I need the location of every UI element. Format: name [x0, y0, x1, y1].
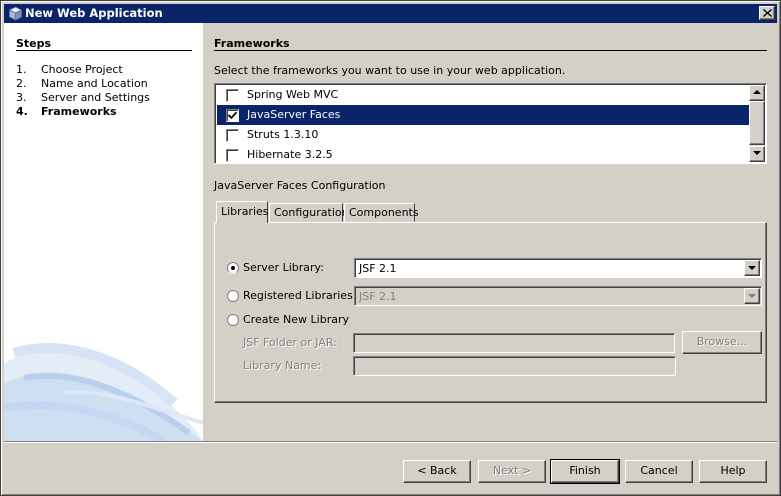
server-library-value: JSF 2.1	[359, 262, 397, 275]
content-panel: Frameworks Select the frameworks you wan…	[203, 23, 777, 441]
jsf-folder-input[interactable]	[353, 333, 675, 353]
swirl-decoration-icon	[4, 343, 203, 441]
step-item: 2. Name and Location	[16, 77, 196, 91]
step-number: 4.	[16, 105, 28, 118]
framework-checkbox[interactable]	[226, 129, 239, 142]
step-item-current: 4. Frameworks	[16, 105, 196, 119]
frameworks-list[interactable]: Spring Web MVC JavaServer Faces Struts 1…	[214, 83, 767, 164]
frameworks-title: Frameworks	[214, 37, 290, 50]
framework-checkbox[interactable]	[226, 89, 239, 102]
close-icon	[763, 9, 772, 17]
chevron-down-icon	[748, 294, 756, 298]
registered-libraries-dropdown-button[interactable]	[744, 288, 760, 304]
frameworks-instruction: Select the frameworks you want to use in…	[214, 64, 566, 77]
registered-libraries-label: Registered Libraries:	[243, 289, 357, 302]
tab-components[interactable]: Components	[344, 203, 419, 222]
step-label: Name and Location	[41, 77, 148, 90]
create-new-library-label: Create New Library	[243, 313, 349, 326]
help-button[interactable]: Help	[699, 460, 767, 483]
step-label: Server and Settings	[41, 91, 150, 104]
scroll-down-button[interactable]	[749, 146, 765, 162]
next-button[interactable]: Next >	[478, 460, 546, 483]
server-library-label: Server Library:	[243, 261, 324, 274]
step-number: 1.	[16, 63, 27, 76]
server-library-combo[interactable]: JSF 2.1	[354, 258, 762, 278]
step-number: 3.	[16, 91, 27, 104]
library-name-label: Library Name:	[243, 359, 322, 372]
jsf-folder-label: JSF Folder or JAR:	[243, 336, 337, 349]
finish-button[interactable]: Finish	[550, 459, 620, 484]
framework-label: Struts 1.3.10	[247, 128, 319, 141]
framework-label: JavaServer Faces	[247, 108, 341, 121]
config-title: JavaServer Faces Configuration	[214, 179, 386, 192]
frameworks-divider	[214, 50, 767, 51]
footer-separator	[4, 441, 777, 443]
framework-checkbox[interactable]	[226, 149, 239, 162]
step-item: 3. Server and Settings	[16, 91, 196, 105]
title-bar[interactable]: New Web Application	[4, 4, 777, 23]
framework-label: Hibernate 3.2.5	[247, 148, 333, 161]
framework-label: Spring Web MVC	[247, 88, 339, 101]
arrow-down-icon	[753, 151, 761, 155]
wizard-window: New Web Application Steps 1. Choose Proj…	[0, 0, 781, 496]
framework-row-struts[interactable]: Struts 1.3.10	[217, 125, 749, 145]
registered-libraries-value: JSF 2.1	[359, 290, 397, 303]
framework-row-jsf[interactable]: JavaServer Faces	[217, 105, 749, 125]
cancel-button[interactable]: Cancel	[625, 460, 693, 483]
step-label: Frameworks	[41, 105, 117, 118]
tab-configuration[interactable]: Configuration	[269, 203, 349, 222]
steps-list: 1. Choose Project 2. Name and Location 3…	[16, 63, 196, 119]
frameworks-scrollbar[interactable]	[749, 85, 765, 162]
chevron-down-icon	[748, 266, 756, 270]
browse-button[interactable]: Browse...	[682, 331, 762, 354]
step-label: Choose Project	[41, 63, 123, 76]
tab-libraries[interactable]: Libraries	[216, 201, 269, 223]
scroll-up-button[interactable]	[749, 85, 765, 101]
checkmark-icon	[228, 111, 237, 120]
registered-libraries-combo[interactable]: JSF 2.1	[354, 286, 762, 306]
library-name-input[interactable]	[353, 356, 676, 376]
server-library-dropdown-button[interactable]	[744, 260, 760, 276]
window-title: New Web Application	[25, 6, 163, 20]
framework-row-spring[interactable]: Spring Web MVC	[217, 85, 749, 105]
back-button[interactable]: < Back	[403, 460, 471, 483]
create-new-library-radio[interactable]	[227, 314, 239, 326]
arrow-up-icon	[753, 90, 761, 94]
step-number: 2.	[16, 77, 27, 90]
server-library-radio[interactable]	[227, 262, 239, 274]
cube-icon	[8, 6, 23, 21]
libraries-panel: Server Library: JSF 2.1 Registered Libra…	[214, 222, 767, 403]
framework-checkbox[interactable]	[226, 109, 239, 122]
scroll-thumb[interactable]	[749, 101, 765, 145]
step-item: 1. Choose Project	[16, 63, 196, 77]
steps-panel: Steps 1. Choose Project 2. Name and Loca…	[4, 23, 203, 441]
framework-row-hibernate[interactable]: Hibernate 3.2.5	[217, 145, 749, 163]
steps-title: Steps	[16, 37, 52, 50]
registered-libraries-radio[interactable]	[227, 290, 239, 302]
steps-divider	[16, 50, 192, 51]
close-button[interactable]	[759, 6, 775, 20]
